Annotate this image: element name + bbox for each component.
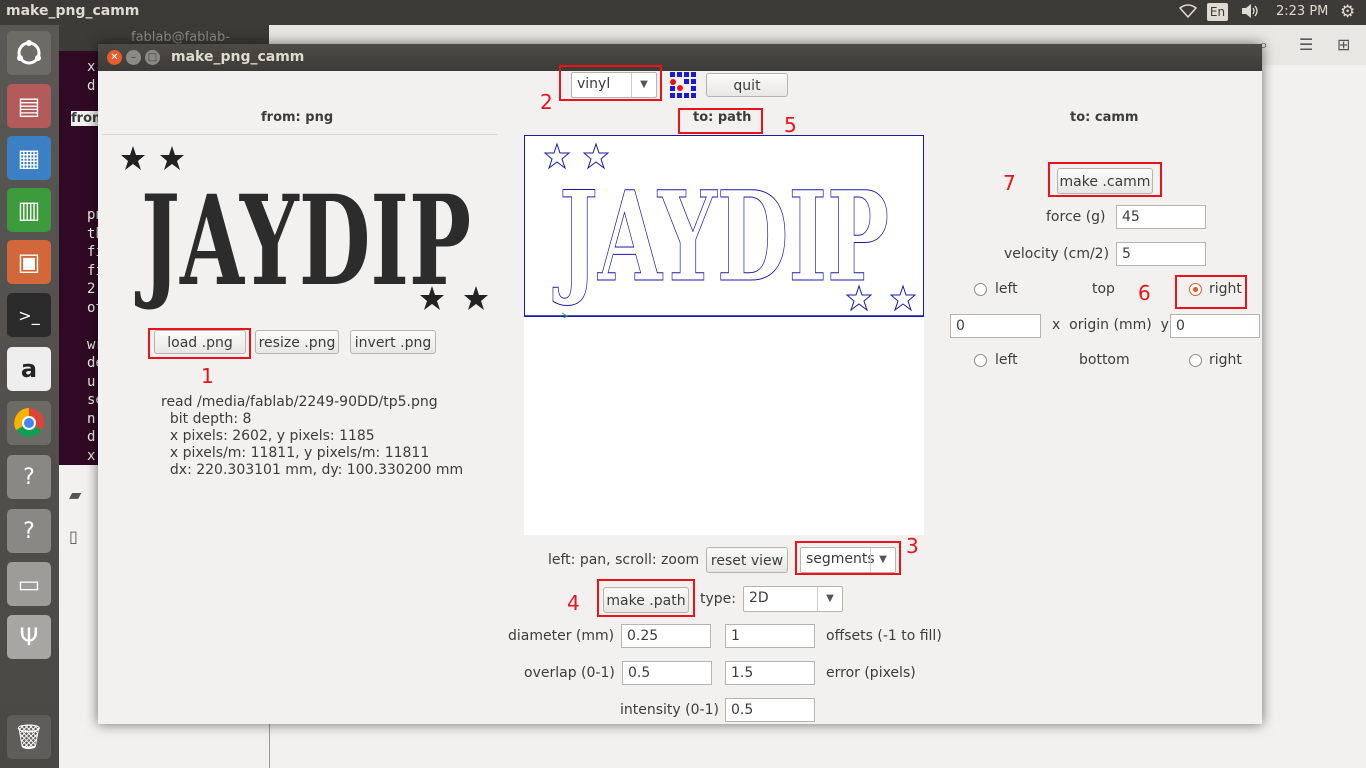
bottom-label: bottom [1079, 352, 1130, 368]
from-png-header: from: png [261, 110, 334, 125]
folder-icon[interactable]: ▰ [69, 485, 81, 504]
launcher: ▤ ▦ ▥ ▣ >_ a ? ? ▭ Ψ 🗑 [0, 25, 59, 768]
reset-view-button[interactable]: reset view [706, 547, 788, 573]
diameter-label: diameter (mm) [508, 628, 615, 644]
annotation-box-2 [559, 65, 662, 101]
top-left-label: left [995, 281, 1018, 297]
origin-bottom-right-radio[interactable] [1189, 354, 1202, 367]
grid-view-icon[interactable]: ⊞ [1337, 35, 1350, 54]
quit-button[interactable]: quit [706, 73, 788, 97]
file-manager-icon[interactable]: ▤ [7, 84, 51, 128]
chevron-down-icon[interactable]: ▼ [817, 587, 842, 611]
chrome-icon[interactable] [7, 401, 51, 445]
origin-top-left-radio[interactable] [974, 283, 987, 296]
annotation-box-7 [1048, 162, 1162, 197]
png-info-line: x pixels/m: 11811, y pixels/m: 11811 [161, 445, 430, 461]
pan-zoom-hint: left: pan, scroll: zoom [548, 552, 700, 568]
unknown-app-icon[interactable]: ? [7, 455, 51, 499]
overlap-label: overlap (0-1) [524, 665, 615, 681]
wifi-icon[interactable] [1178, 3, 1198, 23]
path-type-value: 2D [749, 590, 769, 606]
top-panel: make_png_camm En 2:23 PM ⚙ [0, 0, 1366, 25]
volume-icon[interactable] [1240, 3, 1260, 23]
terminal-line: x [87, 59, 96, 75]
bottom-left-label: left [995, 352, 1018, 368]
annotation-box-3 [795, 541, 901, 575]
fab-modules-logo-icon [670, 72, 696, 102]
x-origin-input[interactable]: 0 [950, 314, 1041, 338]
unknown-app-icon-2[interactable]: ? [7, 509, 51, 553]
usb-drive-icon[interactable]: Ψ [7, 615, 51, 659]
resize-png-button[interactable]: resize .png [255, 330, 339, 354]
annotation-number-7: 7 [1003, 171, 1016, 195]
window-title: make_png_camm [171, 49, 305, 65]
list-view-icon[interactable]: ☰ [1299, 35, 1313, 54]
background-partial-panel: from [59, 85, 106, 485]
to-path-header: to: path [693, 110, 752, 125]
invert-png-button[interactable]: invert .png [350, 330, 436, 354]
path-type-select[interactable]: 2D ▼ [743, 586, 843, 612]
trash-icon[interactable]: 🗑 [7, 715, 51, 759]
top-label: top [1092, 281, 1115, 297]
spreadsheet-icon[interactable]: ▥ [7, 188, 51, 232]
annotation-number-3: 3 [906, 534, 919, 558]
active-app-title: make_png_camm [6, 3, 140, 19]
close-window-button[interactable]: ✕ [107, 50, 122, 65]
disk-drive-icon[interactable]: ▭ [7, 562, 51, 606]
annotation-box-6 [1175, 275, 1247, 309]
error-label: error (pixels) [826, 665, 916, 681]
png-info-line: bit depth: 8 [161, 411, 252, 427]
annotation-number-5: 5 [784, 113, 797, 137]
intensity-input[interactable]: 0.5 [725, 698, 815, 722]
maximize-window-button[interactable]: □ [145, 50, 160, 65]
presentation-icon[interactable]: ▣ [7, 240, 51, 284]
intensity-label: intensity (0-1) [620, 702, 719, 718]
terminal-icon[interactable]: >_ [7, 293, 51, 337]
keyboard-layout-indicator[interactable]: En [1207, 3, 1228, 21]
annotation-number-1: 1 [201, 364, 214, 388]
overlap-input[interactable]: 0.5 [622, 661, 712, 685]
velocity-input[interactable]: 5 [1116, 242, 1206, 266]
diameter-input[interactable]: 0.25 [621, 624, 711, 648]
png-preview-image: JAYDIP [116, 142, 496, 324]
png-info-line: read /media/fablab/2249-90DD/tp5.png [161, 394, 438, 410]
png-preview-text: JAYDIP [134, 169, 471, 314]
offsets-input[interactable]: 1 [725, 624, 815, 648]
settings-gear-icon[interactable]: ⚙ [1340, 2, 1355, 22]
force-input[interactable]: 45 [1116, 205, 1206, 229]
computer-icon[interactable]: ▯ [69, 527, 78, 546]
png-info-line: dx: 220.303101 mm, dy: 100.330200 mm [161, 462, 464, 478]
divider [102, 134, 498, 135]
png-info: read /media/fablab/2249-90DD/tp5.png bit… [161, 394, 463, 479]
force-label: force (g) [1046, 209, 1106, 225]
annotation-box-1 [148, 328, 251, 359]
offsets-label: offsets (-1 to fill) [826, 628, 942, 644]
origin-bottom-left-radio[interactable] [974, 354, 987, 367]
window-titlebar: ✕ – □ make_png_camm [98, 44, 1262, 71]
annotation-number-4: 4 [567, 591, 580, 615]
origin-label: x origin (mm) y [1052, 317, 1169, 333]
path-canvas[interactable]: JAYDIP [524, 135, 924, 535]
path-preview-text: JAYDIP [552, 165, 889, 310]
type-label: type: [700, 591, 736, 607]
clock[interactable]: 2:23 PM [1276, 4, 1328, 19]
document-viewer-icon[interactable]: ▦ [7, 136, 51, 180]
main-window: ✕ – □ make_png_camm vinyl ▼ quit 2 5 fro… [98, 44, 1262, 724]
amazon-icon[interactable]: a [7, 347, 51, 391]
annotation-number-6: 6 [1138, 281, 1151, 305]
annotation-box-4 [597, 579, 695, 617]
bottom-right-label: right [1209, 352, 1242, 368]
minimize-window-button[interactable]: – [126, 50, 141, 65]
ubuntu-dash-icon[interactable] [7, 31, 51, 75]
to-camm-header: to: camm [1070, 110, 1139, 125]
annotation-number-2: 2 [540, 90, 553, 114]
y-origin-input[interactable]: 0 [1170, 314, 1260, 338]
error-input[interactable]: 1.5 [725, 661, 815, 685]
velocity-label: velocity (cm/2) [1004, 246, 1110, 262]
png-info-line: x pixels: 2602, y pixels: 1185 [161, 428, 375, 444]
